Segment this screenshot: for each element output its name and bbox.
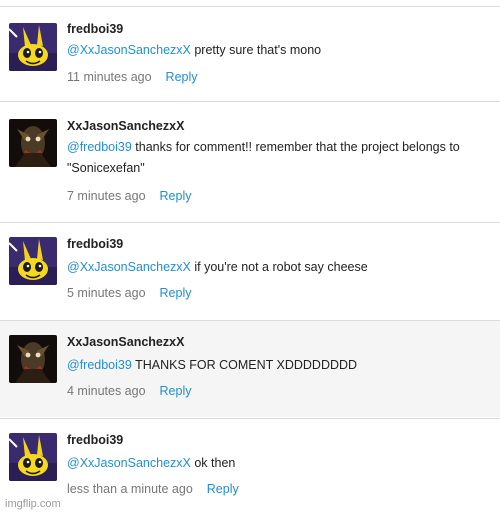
reply-link[interactable]: Reply [160, 384, 192, 398]
avatar[interactable] [9, 23, 57, 71]
comment-timestamp: 4 minutes ago [67, 384, 146, 398]
comment-text: @fredboi39 thanks for comment!! remember… [67, 137, 492, 179]
monster-avatar-icon [9, 335, 57, 383]
rabbit-avatar-icon [9, 23, 57, 71]
reply-link[interactable]: Reply [160, 286, 192, 300]
comment-text: @XxJasonSanchezxX pretty sure that's mon… [67, 40, 492, 61]
avatar[interactable] [9, 433, 57, 481]
monster-avatar-icon [9, 119, 57, 167]
avatar[interactable] [9, 119, 57, 167]
comment-meta: 11 minutes ago Reply [67, 70, 198, 84]
comment-meta: less than a minute ago Reply [67, 482, 239, 496]
comment-timestamp: 7 minutes ago [67, 189, 146, 203]
avatar[interactable] [9, 237, 57, 285]
reply-link[interactable]: Reply [207, 482, 239, 496]
comment-meta: 4 minutes ago Reply [67, 384, 192, 398]
rabbit-avatar-icon [9, 237, 57, 285]
mention-link[interactable]: @fredboi39 [67, 140, 132, 154]
comment-author[interactable]: fredboi39 [67, 237, 123, 251]
comment-timestamp: less than a minute ago [67, 482, 193, 496]
comment-meta: 7 minutes ago Reply [67, 189, 192, 203]
comment-item: XxJasonSanchezxX @fredboi39 THANKS FOR C… [0, 320, 500, 417]
avatar[interactable] [9, 335, 57, 383]
reply-link[interactable]: Reply [166, 70, 198, 84]
rabbit-avatar-icon [9, 433, 57, 481]
comment-author[interactable]: fredboi39 [67, 22, 123, 36]
watermark: imgflip.com [5, 498, 61, 510]
comment-timestamp: 11 minutes ago [67, 70, 152, 84]
reply-link[interactable]: Reply [160, 189, 192, 203]
comment-author[interactable]: fredboi39 [67, 433, 123, 447]
mention-link[interactable]: @fredboi39 [67, 358, 132, 372]
comment-text: @XxJasonSanchezxX ok then [67, 453, 492, 474]
comment-text: @XxJasonSanchezxX if you're not a robot … [67, 257, 492, 278]
comment-text: @fredboi39 THANKS FOR COMENT XDDDDDDDD [67, 355, 492, 376]
comment-item: XxJasonSanchezxX @fredboi39 thanks for c… [0, 101, 500, 221]
comment-meta: 5 minutes ago Reply [67, 286, 192, 300]
mention-link[interactable]: @XxJasonSanchezxX [67, 456, 191, 470]
mention-link[interactable]: @XxJasonSanchezxX [67, 43, 191, 57]
comment-item: fredboi39 @XxJasonSanchezxX pretty sure … [0, 6, 500, 100]
comment-body: ok then [190, 456, 236, 470]
mention-link[interactable]: @XxJasonSanchezxX [67, 260, 191, 274]
comment-author[interactable]: XxJasonSanchezxX [67, 119, 184, 133]
comment-body: pretty sure that's mono [190, 43, 322, 57]
comment-item: fredboi39 @XxJasonSanchezxX if you're no… [0, 222, 500, 319]
comment-author[interactable]: XxJasonSanchezxX [67, 335, 184, 349]
comment-item: fredboi39 @XxJasonSanchezxX ok then less… [0, 418, 500, 514]
comment-body: THANKS FOR COMENT XDDDDDDDD [131, 358, 358, 372]
comment-body: if you're not a robot say cheese [190, 260, 368, 274]
comment-timestamp: 5 minutes ago [67, 286, 146, 300]
